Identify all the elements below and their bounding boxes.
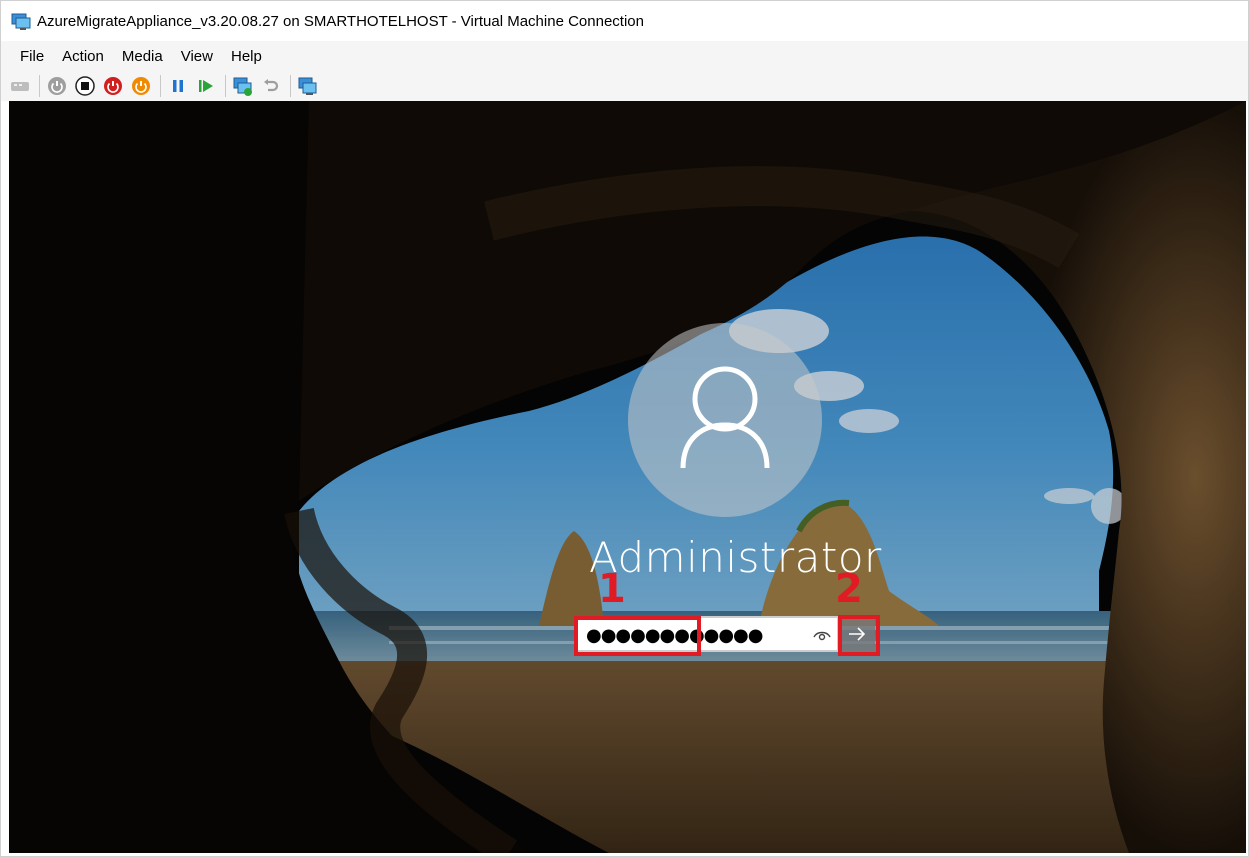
title-bar: AzureMigrateAppliance_v3.20.08.27 on SMA… xyxy=(1,1,1248,41)
turn-off-icon[interactable] xyxy=(74,75,96,97)
start-icon[interactable] xyxy=(46,75,68,97)
user-avatar xyxy=(628,323,822,517)
toolbar-separator xyxy=(290,75,291,97)
reveal-password-icon[interactable] xyxy=(813,627,831,641)
callout-number-1: 1 xyxy=(598,566,626,612)
vm-connection-icon xyxy=(11,12,31,30)
menu-media[interactable]: Media xyxy=(113,44,172,69)
toolbar-separator xyxy=(160,75,161,97)
menu-action[interactable]: Action xyxy=(53,44,113,69)
toolbar xyxy=(1,71,1248,101)
resume-icon[interactable] xyxy=(195,75,217,97)
pause-icon[interactable] xyxy=(167,75,189,97)
username-label: Administrator xyxy=(589,533,882,582)
menu-view[interactable]: View xyxy=(172,44,222,69)
vm-connection-window: AzureMigrateAppliance_v3.20.08.27 on SMA… xyxy=(0,0,1249,857)
revert-icon[interactable] xyxy=(260,75,282,97)
enhanced-session-icon[interactable] xyxy=(297,75,319,97)
menu-bar: File Action Media View Help xyxy=(1,41,1248,71)
window-title: AzureMigrateAppliance_v3.20.08.27 on SMA… xyxy=(37,12,644,30)
ctrl-alt-del-icon[interactable] xyxy=(9,75,31,97)
shut-down-icon[interactable] xyxy=(102,75,124,97)
vm-display[interactable]: Administrator ●●●●●●●●●●●● 1 2 xyxy=(9,101,1246,853)
toolbar-separator xyxy=(39,75,40,97)
callout-number-2: 2 xyxy=(835,566,863,612)
checkpoint-icon[interactable] xyxy=(232,75,254,97)
callout-box-1 xyxy=(574,616,701,656)
callout-box-2 xyxy=(838,615,880,656)
menu-help[interactable]: Help xyxy=(222,44,271,69)
save-state-icon[interactable] xyxy=(130,75,152,97)
menu-file[interactable]: File xyxy=(11,44,53,69)
user-icon xyxy=(680,366,770,469)
toolbar-separator xyxy=(225,75,226,97)
